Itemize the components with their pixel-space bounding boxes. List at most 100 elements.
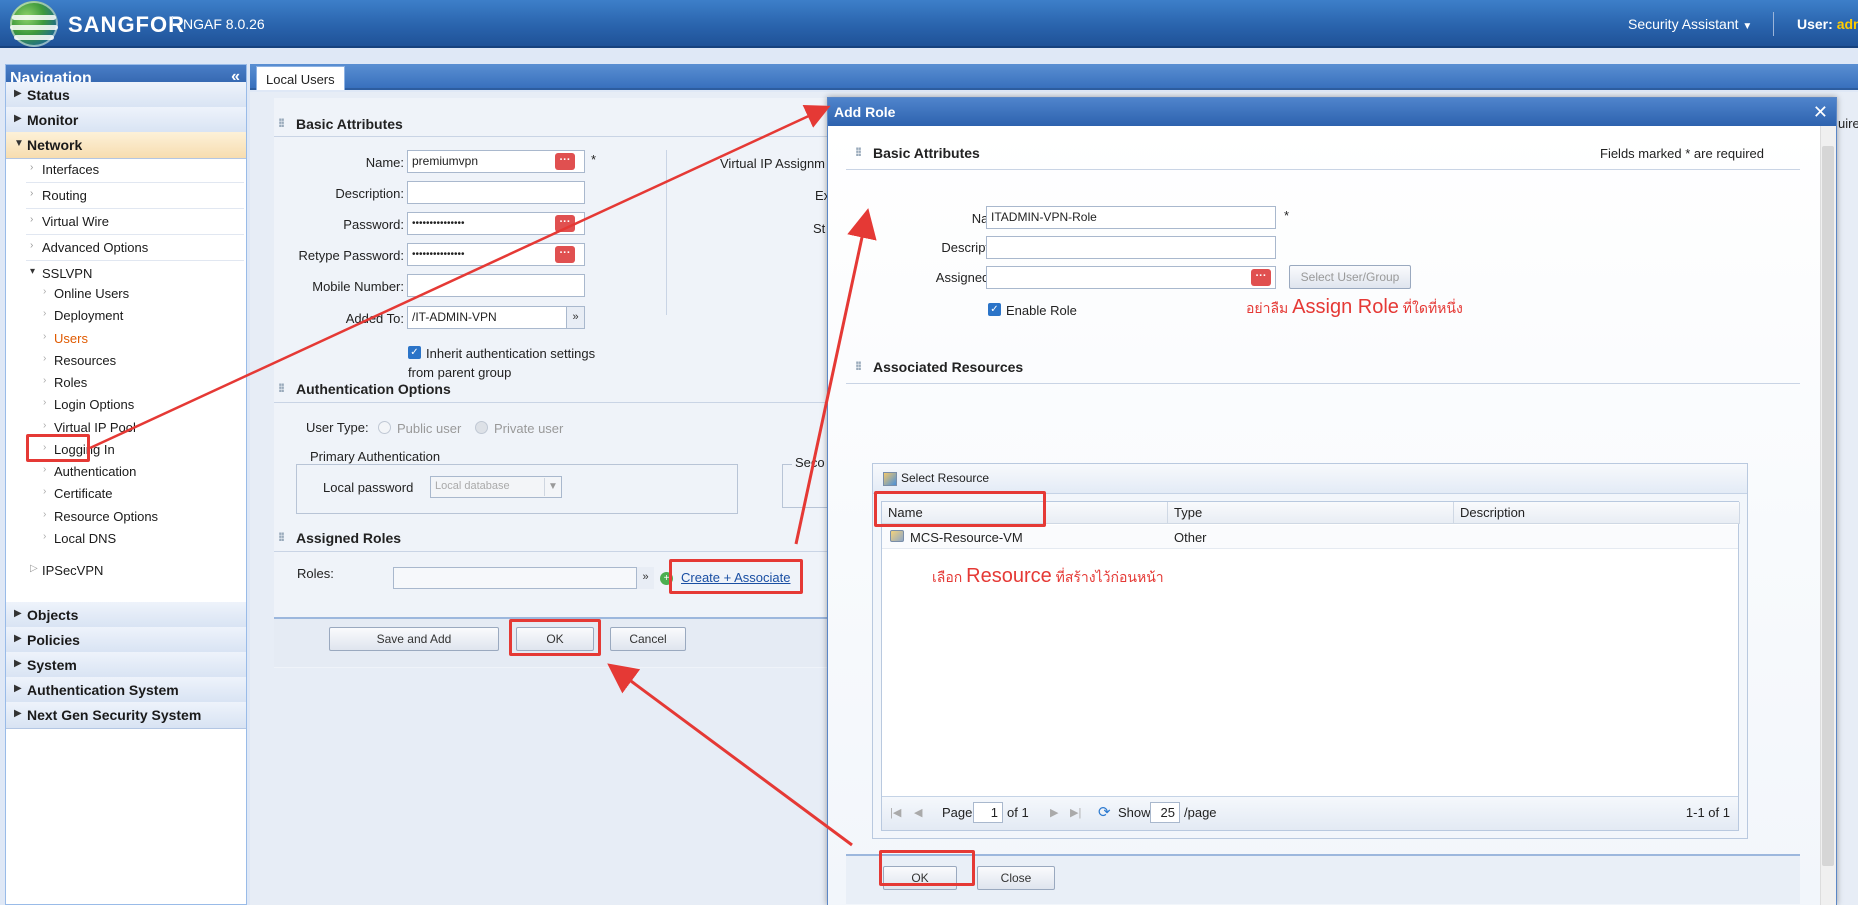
nav-authentication-system[interactable]: ▶ Authentication System <box>6 677 246 704</box>
role-name-input[interactable]: ITADMIN-VPN-Role <box>986 206 1276 229</box>
close-icon[interactable]: ✕ <box>1813 102 1828 123</box>
annotation-text: ที่สร้างไว้ก่อนหน้า <box>1055 569 1164 585</box>
password-label: Password: <box>343 217 404 232</box>
first-page-icon[interactable]: |◀ <box>890 806 901 819</box>
page-label: Page <box>942 805 973 820</box>
nav-interfaces[interactable]: › Interfaces <box>26 157 244 183</box>
select-arrow-icon[interactable]: » <box>636 567 654 589</box>
chevron-right-icon: › <box>43 464 47 475</box>
description-input[interactable] <box>407 181 585 204</box>
more-icon[interactable]: ··· <box>555 153 575 170</box>
scrollbar-thumb[interactable] <box>1822 146 1834 866</box>
page-input[interactable]: 1 <box>973 802 1003 823</box>
nav-policies[interactable]: ▶ Policies <box>6 627 246 654</box>
description-label: Description: <box>335 186 404 201</box>
select-resource-button[interactable]: Select Resource <box>901 471 989 485</box>
nav-label: Interfaces <box>42 162 100 177</box>
added-to-input[interactable]: /IT-ADMIN-VPN <box>407 306 585 329</box>
local-database-select[interactable]: Local database <box>430 476 562 498</box>
last-page-icon[interactable]: ▶| <box>1070 806 1081 819</box>
column-header-type[interactable]: Type <box>1168 502 1454 524</box>
next-page-icon[interactable]: ▶ <box>1050 806 1058 819</box>
nav-label: Roles <box>54 375 88 390</box>
assigned-to-input[interactable] <box>986 266 1276 289</box>
private-user-radio[interactable] <box>475 421 488 434</box>
nav-certificate[interactable]: › Certificate <box>40 483 244 505</box>
nav-system[interactable]: ▶ System <box>6 652 246 679</box>
chevron-right-icon: › <box>43 486 47 497</box>
divider <box>274 136 834 137</box>
mobile-number-input[interactable] <box>407 274 585 297</box>
highlight-create-associate <box>669 559 803 594</box>
nav-network[interactable]: ▼ Network <box>6 132 246 159</box>
caret-down-icon: ▾ <box>30 266 36 277</box>
nav-label: Certificate <box>54 486 113 501</box>
column-header-description[interactable]: Description <box>1454 502 1740 524</box>
highlight-ok <box>509 619 601 656</box>
nav-label: Monitor <box>27 112 79 128</box>
annotation-text: ที่ใดที่หนึ่ง <box>1402 300 1463 316</box>
nav-local-dns[interactable]: › Local DNS <box>40 528 244 550</box>
more-icon[interactable]: ··· <box>555 215 575 232</box>
nav-login-options[interactable]: › Login Options <box>40 394 244 416</box>
chevron-right-icon: ▷ <box>30 563 38 574</box>
nav-objects[interactable]: ▶ Objects <box>6 602 246 629</box>
chevron-right-icon: › <box>43 353 47 364</box>
nav-monitor[interactable]: ▶ Monitor <box>6 107 246 134</box>
dialog-close-button[interactable]: Close <box>977 866 1055 890</box>
nav-ipsecvpn[interactable]: ▷ IPSecVPN <box>26 558 244 584</box>
section-title: Associated Resources <box>873 359 1024 375</box>
nav-next-gen-security-system[interactable]: ▶ Next Gen Security System <box>6 702 246 729</box>
user-name: adm <box>1836 16 1858 32</box>
chevron-right-icon: › <box>30 214 34 225</box>
nav-online-users[interactable]: › Online Users <box>40 283 244 305</box>
chevron-down-icon[interactable]: ▼ <box>544 478 561 496</box>
resources-toolbar: Select Resource <box>873 464 1747 494</box>
highlight-dialog-ok <box>879 850 975 886</box>
nav-resources[interactable]: › Resources <box>40 350 244 372</box>
security-assistant-menu[interactable]: Security Assistant ▼ <box>1628 16 1752 32</box>
cell-type: Other <box>1174 530 1207 545</box>
tab-local-users[interactable]: Local Users <box>256 66 345 90</box>
caret-right-icon: ▶ <box>14 88 22 99</box>
nav-label: Local DNS <box>54 531 117 546</box>
navigation-panel: Navigation « ▶ Status ▶ Monitor ▼ Network ›… <box>5 64 247 905</box>
nav-deployment[interactable]: › Deployment <box>40 305 244 327</box>
drag-dots-icon: ⁝⁝ <box>855 145 862 159</box>
nav-users[interactable]: › Users <box>40 328 244 350</box>
select-user-group-button[interactable]: Select User/Group <box>1289 265 1411 289</box>
roles-input[interactable] <box>393 567 637 589</box>
section-title: Basic Attributes <box>296 116 403 132</box>
nav-roles[interactable]: › Roles <box>40 372 244 394</box>
nav-virtual-wire[interactable]: › Virtual Wire <box>26 209 244 235</box>
pagination-summary: 1-1 of 1 <box>1685 805 1730 820</box>
secondary-auth-fieldset <box>782 464 832 508</box>
enable-role-checkbox[interactable]: ✓ <box>988 303 1001 316</box>
inherit-label: Inherit authentication settings <box>426 346 596 361</box>
role-description-input[interactable] <box>986 236 1276 259</box>
inherit-checkbox[interactable]: ✓ <box>408 346 421 359</box>
nav-authentication[interactable]: › Authentication <box>40 461 244 483</box>
select-arrow-icon[interactable]: » <box>566 307 584 328</box>
nav-routing[interactable]: › Routing <box>26 183 244 209</box>
nav-label: Users <box>54 331 88 346</box>
public-user-radio[interactable] <box>378 421 391 434</box>
nav-status[interactable]: ▶ Status <box>6 82 246 109</box>
per-page-input[interactable]: 25 <box>1150 802 1180 823</box>
private-user-label: Private user <box>494 421 564 436</box>
save-and-add-button[interactable]: Save and Add <box>329 627 499 651</box>
user-menu[interactable]: User: adm <box>1797 16 1858 32</box>
nav-advanced-options[interactable]: › Advanced Options <box>26 235 244 261</box>
nav-label: Virtual IP Pool <box>54 420 136 435</box>
refresh-icon[interactable]: ⟳ <box>1098 803 1111 821</box>
cancel-button[interactable]: Cancel <box>610 627 686 651</box>
table-row[interactable]: MCS-Resource-VM Other <box>882 525 1738 549</box>
product-version: NGAF 8.0.26 <box>172 16 265 32</box>
prev-page-icon[interactable]: ◀ <box>914 806 922 819</box>
user-label: User: <box>1797 16 1833 32</box>
show-label: Show <box>1118 805 1151 820</box>
caret-right-icon: ▶ <box>14 683 22 694</box>
nav-resource-options[interactable]: › Resource Options <box>40 506 244 528</box>
more-icon[interactable]: ··· <box>1251 269 1271 286</box>
more-icon[interactable]: ··· <box>555 246 575 263</box>
